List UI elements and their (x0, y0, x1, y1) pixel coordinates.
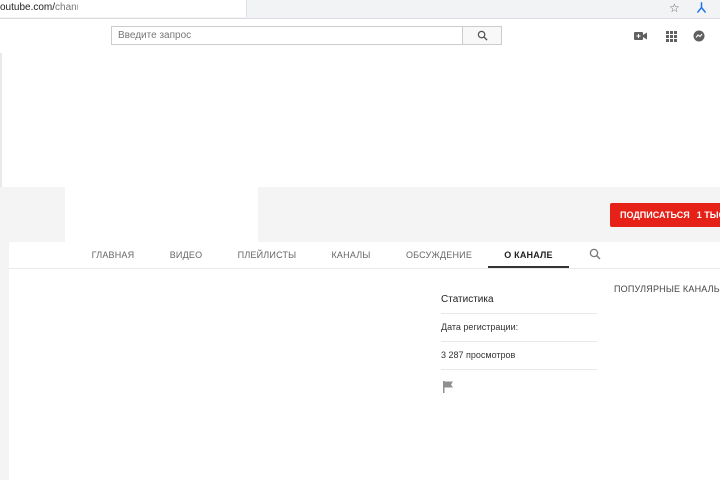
stats-title: Статистика (441, 294, 494, 305)
search-input[interactable] (111, 26, 463, 45)
banner-edge (0, 53, 2, 198)
subscribe-label: ПОДПИСАТЬСЯ (620, 210, 690, 220)
tab-channels[interactable]: КАНАЛЫ (323, 242, 379, 268)
search-icon (477, 30, 488, 41)
active-tab-indicator (488, 266, 569, 268)
apps-grid-icon[interactable] (664, 29, 678, 43)
flag-icon[interactable] (443, 380, 455, 393)
popular-channels-title: ПОПУЛЯРНЫЕ КАНАЛЫ (614, 284, 720, 294)
tab-videos[interactable]: ВИДЕО (160, 242, 212, 268)
tab-playlists[interactable]: ПЛЕЙЛИСТЫ (231, 242, 303, 268)
channel-tabs: ГЛАВНАЯ ВИДЕО ПЛЕЙЛИСТЫ КАНАЛЫ ОБСУЖДЕНИ… (9, 242, 720, 269)
search-button[interactable] (463, 26, 502, 45)
star-icon[interactable]: ☆ (669, 2, 680, 14)
subscriber-count: 1 ТЫС. (696, 210, 720, 220)
channel-avatar (65, 187, 258, 242)
subscribe-button[interactable]: ПОДПИСАТЬСЯ 1 ТЫС. (610, 203, 720, 227)
url-text: outube.com/channel (0, 2, 78, 13)
url-path: channel (55, 2, 78, 13)
divider (441, 341, 597, 342)
tab-about[interactable]: О КАНАЛЕ (488, 242, 569, 268)
messages-icon[interactable] (692, 29, 706, 43)
registration-date: Дата регистрации: (441, 322, 519, 332)
views-count: 3 287 просмотров (441, 350, 516, 360)
pdf-icon[interactable] (696, 2, 707, 16)
address-bar[interactable]: outube.com/channel (0, 0, 247, 17)
url-domain: outube.com/ (0, 2, 56, 13)
masthead (0, 19, 720, 53)
channel-search-icon[interactable] (589, 247, 603, 261)
browser-toolbar: outube.com/channel ☆ (0, 0, 720, 19)
tab-home[interactable]: ГЛАВНАЯ (81, 242, 145, 268)
divider (441, 369, 597, 370)
left-gutter (0, 198, 9, 480)
tab-discussion[interactable]: ОБСУЖДЕНИЕ (400, 242, 478, 268)
divider (441, 313, 597, 314)
video-camera-icon[interactable] (633, 29, 647, 43)
